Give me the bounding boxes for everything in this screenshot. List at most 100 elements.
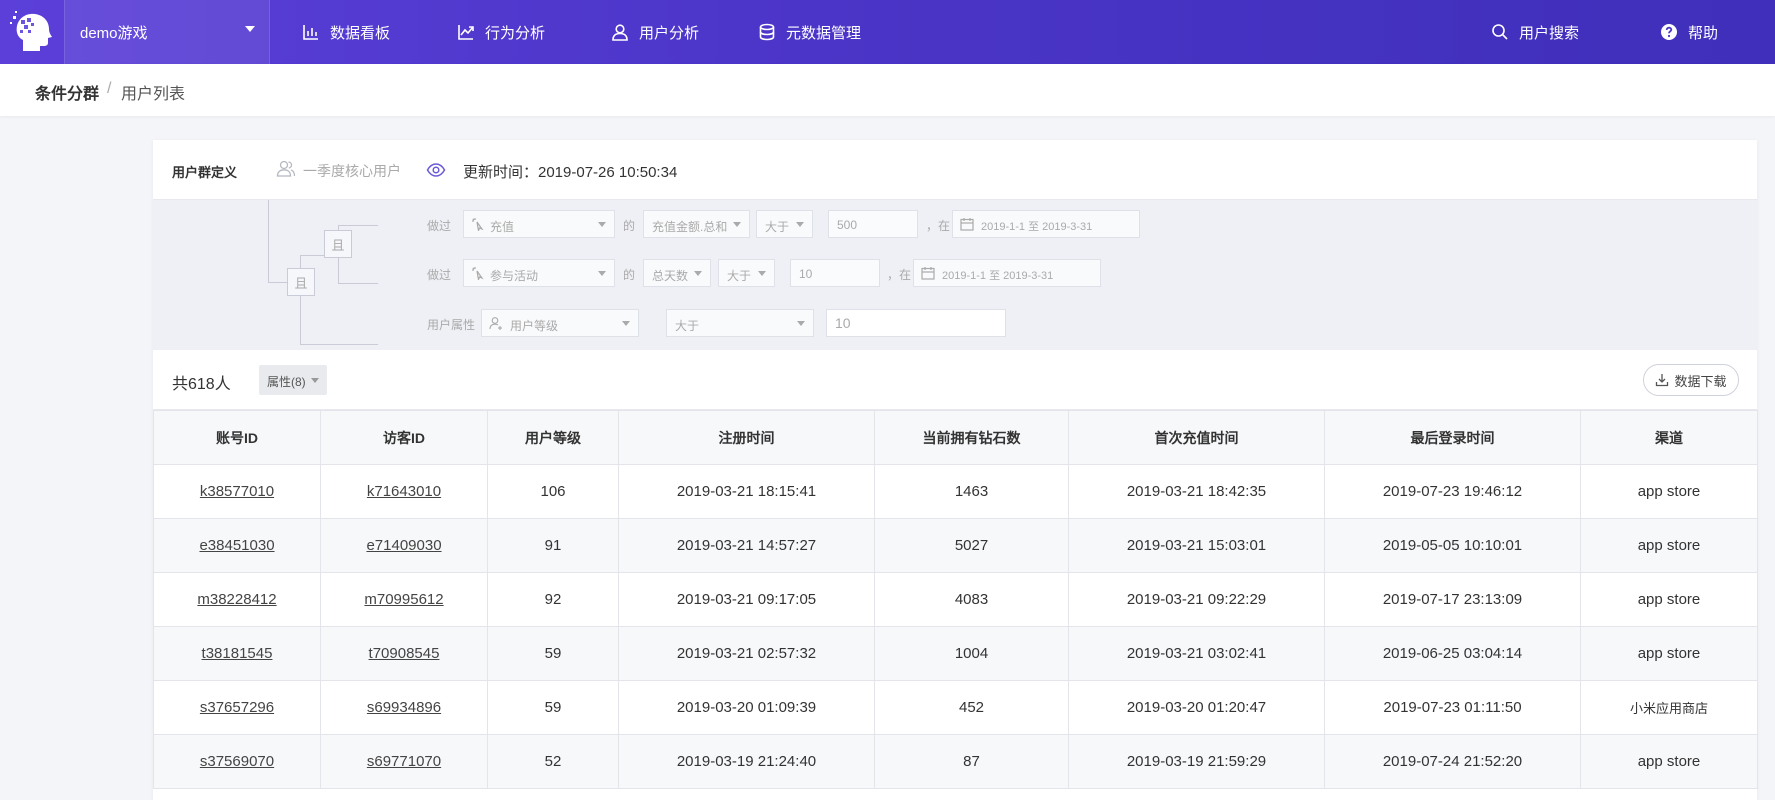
chevron-down-icon: [797, 321, 805, 326]
date-range-value: 2019-1-1 至 2019-3-31: [942, 270, 1054, 282]
column-header[interactable]: 账号ID: [153, 410, 321, 465]
table-cell: 452: [874, 680, 1069, 735]
table-row: k38577010 k71643010 106 2019-03-21 18:15…: [153, 464, 1758, 519]
project-name: demo游戏: [80, 25, 148, 42]
operator-select-value: 大于: [727, 269, 752, 283]
visitor-id-link[interactable]: e71409030: [366, 537, 441, 554]
user-group-card: 用户群定义 一季度核心用户 更新时间：2019-07-26 10:50:34 且…: [153, 140, 1758, 800]
table-cell: 2019-07-23 01:11:50: [1324, 680, 1581, 735]
nav-item-label: 行为分析: [485, 24, 546, 42]
visitor-id-link[interactable]: t70908545: [369, 645, 440, 662]
column-header[interactable]: 当前拥有钻石数: [874, 410, 1069, 465]
project-selector[interactable]: demo游戏: [64, 0, 270, 64]
table-cell: 2019-07-23 19:46:12: [1324, 464, 1581, 519]
breadcrumb-current: 用户列表: [121, 86, 186, 103]
account-id-link[interactable]: k38577010: [200, 483, 274, 500]
metric-select[interactable]: 充值金额.总和: [643, 210, 750, 238]
account-id-cell: s37657296: [153, 680, 321, 735]
visitor-id-link[interactable]: s69934896: [367, 699, 441, 716]
visitor-id-link[interactable]: k71643010: [367, 483, 441, 500]
nav-item-label: 数据看板: [330, 24, 391, 42]
operator-select-value: 大于: [675, 319, 700, 333]
table-cell: 106: [487, 464, 619, 519]
connector-line: [300, 296, 301, 344]
column-header[interactable]: 访客ID: [320, 410, 488, 465]
account-id-cell: m38228412: [153, 572, 321, 627]
connector-line: [268, 200, 269, 282]
user-search-button[interactable]: 用户搜索: [1491, 0, 1579, 64]
account-id-link[interactable]: t38181545: [202, 645, 273, 662]
operator-select[interactable]: 大于: [666, 309, 814, 337]
account-id-cell: s37569070: [153, 734, 321, 789]
date-range-picker[interactable]: 2019-1-1 至 2019-3-31: [952, 210, 1140, 238]
value-input[interactable]: 500: [828, 210, 918, 238]
chevron-down-icon: [796, 222, 804, 227]
search-icon: [1491, 23, 1509, 41]
account-id-link[interactable]: s37569070: [200, 753, 274, 770]
visitor-id-link[interactable]: m70995612: [364, 591, 443, 608]
table-cell: 2019-07-17 23:13:09: [1324, 572, 1581, 627]
operator-select-value: 大于: [765, 220, 790, 234]
account-id-link[interactable]: m38228412: [197, 591, 276, 608]
date-range-picker[interactable]: 2019-1-1 至 2019-3-31: [913, 259, 1101, 287]
account-id-link[interactable]: s37657296: [200, 699, 274, 716]
table-cell: 2019-03-21 09:17:05: [618, 572, 875, 627]
table-row: s37569070 s69771070 52 2019-03-19 21:24:…: [153, 734, 1758, 789]
chevron-down-icon: [758, 271, 766, 276]
table-cell: 4083: [874, 572, 1069, 627]
table-cell: 2019-03-19 21:24:40: [618, 734, 875, 789]
table-cell: 87: [874, 734, 1069, 789]
value-input[interactable]: 10: [826, 309, 1006, 337]
account-id-cell: t38181545: [153, 626, 321, 681]
connector-line: [338, 225, 378, 226]
user-attribute-icon: [489, 317, 502, 330]
event-select[interactable]: 充值: [463, 210, 615, 238]
and-operator[interactable]: 且: [287, 268, 315, 296]
event-select-value: 充值: [490, 220, 515, 234]
table-cell: app store: [1580, 734, 1758, 789]
group-name: 一季度核心用户: [303, 163, 401, 179]
table-cell: 1463: [874, 464, 1069, 519]
calendar-icon: [921, 267, 935, 280]
help-button[interactable]: 帮助: [1660, 0, 1718, 64]
attribute-select[interactable]: 用户等级: [481, 309, 639, 337]
in-label: ，在: [926, 219, 951, 233]
value-input[interactable]: 10: [790, 259, 880, 287]
table-cell: 2019-07-24 21:52:20: [1324, 734, 1581, 789]
download-button[interactable]: 数据下载: [1643, 364, 1739, 396]
condition-prefix: 用户属性: [427, 318, 476, 332]
table-header-row: 账号ID 访客ID 用户等级 注册时间 当前拥有钻石数 首次充值时间 最后登录时…: [153, 410, 1758, 465]
column-header[interactable]: 最后登录时间: [1324, 410, 1581, 465]
date-range-value: 2019-1-1 至 2019-3-31: [981, 221, 1093, 233]
operator-select[interactable]: 大于: [718, 259, 775, 287]
column-header[interactable]: 首次充值时间: [1068, 410, 1325, 465]
column-header[interactable]: 渠道: [1580, 410, 1758, 465]
table-cell: app store: [1580, 572, 1758, 627]
metric-select[interactable]: 总天数: [643, 259, 711, 287]
bar-chart-icon: [302, 23, 320, 41]
nav-item-metadata[interactable]: 元数据管理: [758, 0, 861, 64]
column-header[interactable]: 注册时间: [618, 410, 875, 465]
value-input-text: 500: [837, 218, 858, 232]
help-icon: [1660, 23, 1678, 41]
nav-item-behavior-analysis[interactable]: 行为分析: [457, 0, 545, 64]
visitor-id-cell: t70908545: [320, 626, 488, 681]
group-definition-label: 用户群定义: [172, 165, 238, 180]
table-cell: 59: [487, 680, 619, 735]
attributes-dropdown[interactable]: 属性(8): [259, 365, 327, 395]
logo[interactable]: [0, 0, 64, 64]
account-id-link[interactable]: e38451030: [199, 537, 274, 554]
event-select[interactable]: 参与活动: [463, 259, 615, 287]
column-header[interactable]: 用户等级: [487, 410, 619, 465]
eye-icon[interactable]: [426, 160, 446, 180]
visitor-id-link[interactable]: s69771070: [367, 753, 441, 770]
of-label: 的: [623, 268, 636, 282]
operator-select[interactable]: 大于: [756, 210, 813, 238]
breadcrumb-parent[interactable]: 条件分群: [35, 80, 99, 104]
connector-line: [338, 283, 378, 284]
connector-line: [300, 344, 378, 345]
nav-item-user-analysis[interactable]: 用户分析: [611, 0, 699, 64]
and-operator[interactable]: 且: [324, 230, 352, 258]
nav-item-dashboard[interactable]: 数据看板: [302, 0, 390, 64]
table-cell: 2019-03-19 21:59:29: [1068, 734, 1325, 789]
